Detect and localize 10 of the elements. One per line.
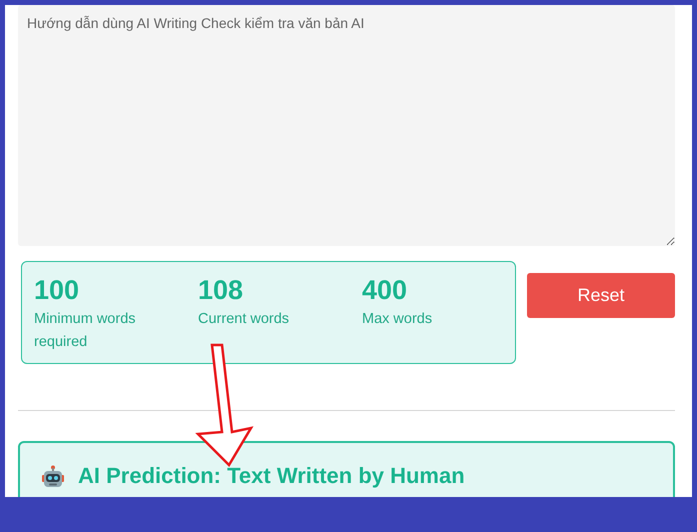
text-input-field[interactable]: Hướng dẫn dùng AI Writing Check kiểm tra văn bản AI xyxy=(18,5,675,246)
prediction-title: AI Prediction: Text Written by Human xyxy=(78,463,465,489)
reset-button[interactable]: Reset xyxy=(527,273,675,318)
word-count-label: Minimum words required xyxy=(34,310,137,352)
word-count-value: 400 xyxy=(362,274,408,306)
word-count-label: Current words xyxy=(198,310,290,329)
word-count-value: 108 xyxy=(198,274,244,306)
word-count-label: Max words xyxy=(362,310,434,329)
robot-icon xyxy=(42,465,64,489)
word-count-value: 100 xyxy=(34,274,80,306)
